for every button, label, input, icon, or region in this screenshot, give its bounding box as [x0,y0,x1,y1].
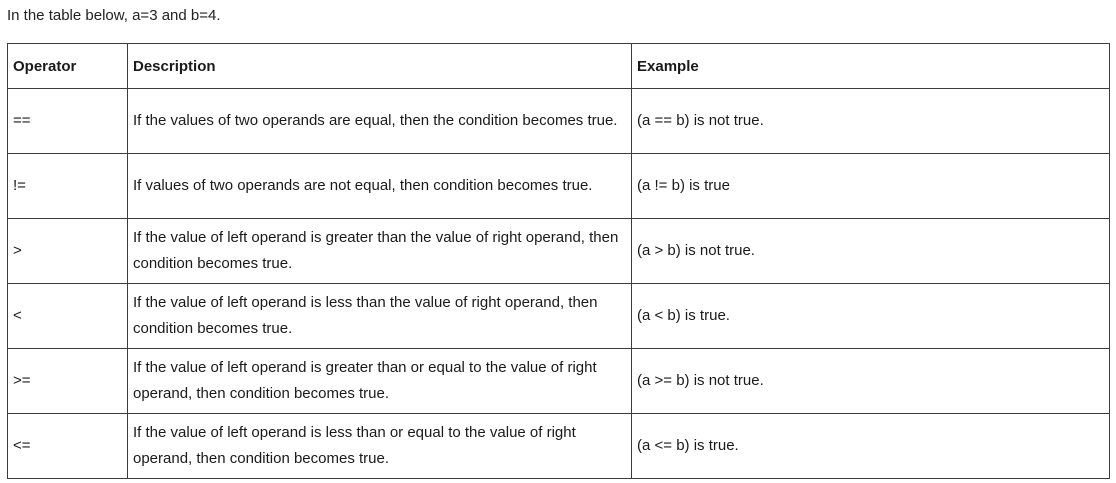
header-example: Example [631,43,1110,89]
description-cell: If the value of left operand is less tha… [127,283,632,349]
table-row: >= If the value of left operand is great… [7,348,1110,414]
operator-cell: > [7,218,128,284]
description-cell: If values of two operands are not equal,… [127,153,632,219]
header-operator: Operator [7,43,128,89]
table-header-row: Operator Description Example [7,43,1110,89]
description-cell: If the values of two operands are equal,… [127,88,632,154]
example-cell: (a < b) is true. [631,283,1110,349]
operator-cell: != [7,153,128,219]
operator-cell: >= [7,348,128,414]
example-cell: (a >= b) is not true. [631,348,1110,414]
table-row: == If the values of two operands are equ… [7,88,1110,154]
intro-text: In the table below, a=3 and b=4. [7,7,221,24]
operator-cell: <= [7,413,128,479]
example-cell: (a == b) is not true. [631,88,1110,154]
example-cell: (a > b) is not true. [631,218,1110,284]
table-row: != If values of two operands are not equ… [7,153,1110,219]
table-row: <= If the value of left operand is less … [7,413,1110,479]
table-row: > If the value of left operand is greate… [7,218,1110,284]
example-cell: (a <= b) is true. [631,413,1110,479]
table-row: < If the value of left operand is less t… [7,283,1110,349]
operators-table: Operator Description Example == If the v… [7,43,1110,479]
description-cell: If the value of left operand is greater … [127,348,632,414]
operator-cell: < [7,283,128,349]
example-cell: (a != b) is true [631,153,1110,219]
operator-cell: == [7,88,128,154]
header-description: Description [127,43,632,89]
description-cell: If the value of left operand is less tha… [127,413,632,479]
description-cell: If the value of left operand is greater … [127,218,632,284]
